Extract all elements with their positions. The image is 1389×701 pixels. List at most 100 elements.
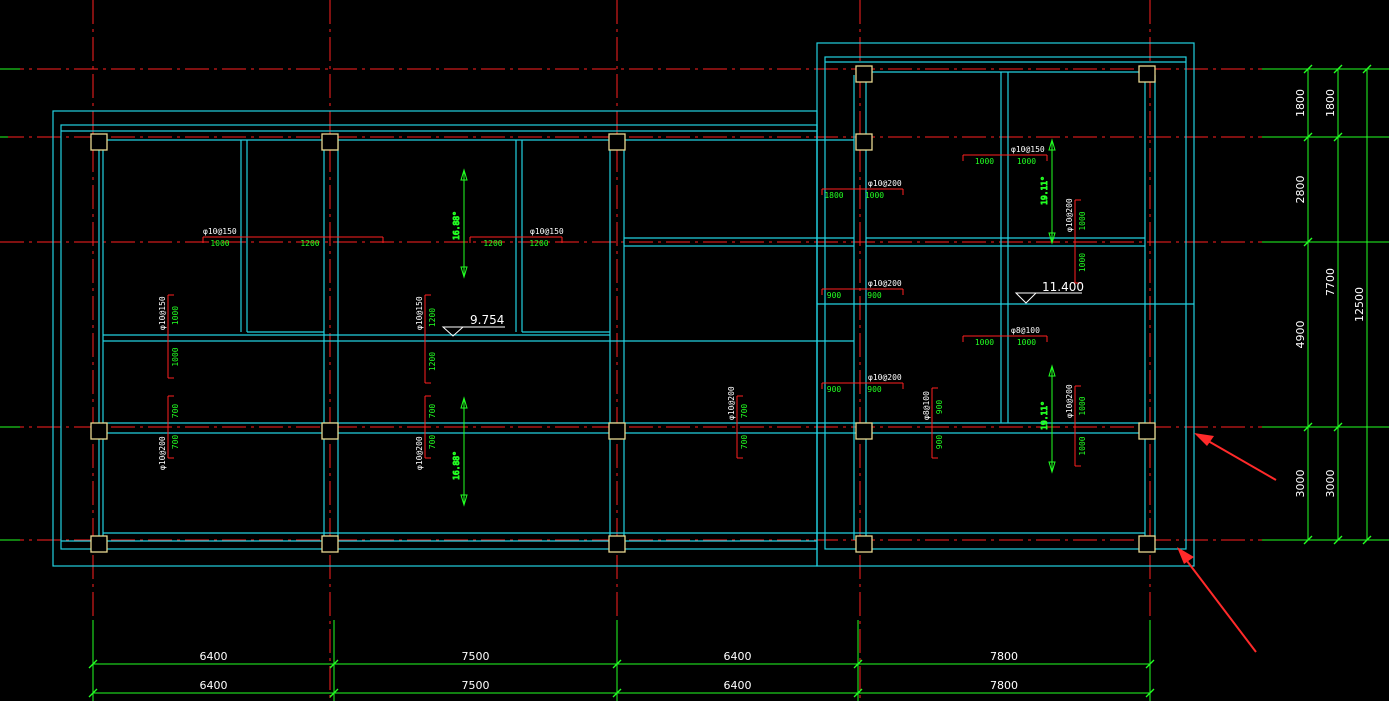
- column: [608, 422, 626, 440]
- slope-angle-label: 16.88°: [452, 211, 461, 240]
- rebar-label: φ10@200: [158, 436, 167, 470]
- slope-angle-label: 19.11°: [1040, 401, 1049, 430]
- rebar-length: 900: [935, 435, 944, 450]
- rebar-length: 1200: [300, 239, 319, 248]
- rebar-length: 700: [740, 404, 749, 419]
- dimension-value: 3000: [1324, 470, 1337, 498]
- rebar-label: φ8@100: [1011, 326, 1040, 335]
- rebar-label: φ10@150: [1011, 145, 1045, 154]
- dimension-value: 4900: [1294, 321, 1307, 349]
- rebar-length: 1200: [428, 308, 437, 327]
- dimension-value: 6400: [200, 679, 228, 692]
- rebar-length: 1200: [529, 239, 548, 248]
- rebar-label: φ10@200: [727, 386, 736, 420]
- dimension-value: 1800: [1324, 89, 1337, 117]
- bottom-dimensions: 6400 7500 6400 7800 6400 7500 6400 7800: [88, 650, 1155, 698]
- annotation-arrow-icon: [1177, 547, 1257, 653]
- rebar-length: 1000: [1078, 396, 1087, 415]
- rebar-label: φ10@150: [415, 296, 424, 330]
- elevation-marker: 11.400: [1014, 280, 1084, 304]
- column: [855, 133, 873, 151]
- dimension-value: 2800: [1294, 176, 1307, 204]
- rebar-length: 1000: [1078, 253, 1087, 272]
- wall-outlines: [52, 42, 1195, 567]
- rebar-callout: φ10@200 1800 1000: [821, 179, 904, 200]
- rebar-length: 1800: [824, 191, 843, 200]
- slope-annotations: 16.88° 16.88° 19.11° 19.11°: [452, 138, 1056, 507]
- rebar-label: φ10@200: [868, 179, 902, 188]
- column: [1138, 535, 1156, 553]
- rebar-length: 700: [171, 404, 180, 419]
- column: [1138, 65, 1156, 83]
- rebar-label: φ10@200: [1065, 384, 1074, 418]
- column: [855, 535, 873, 553]
- rebar-label: φ10@200: [415, 436, 424, 470]
- rebar-length: 1000: [1017, 338, 1036, 347]
- rebar-callout: φ10@150 1000 1200: [202, 227, 384, 248]
- dimension-value: 7800: [990, 679, 1018, 692]
- column: [855, 65, 873, 83]
- column: [321, 133, 339, 151]
- rebar-label: φ10@150: [203, 227, 237, 236]
- rebar-length: 1000: [1017, 157, 1036, 166]
- rebar-label: φ10@150: [158, 296, 167, 330]
- rebar-length: 700: [740, 435, 749, 450]
- rebar-length: 900: [935, 400, 944, 415]
- rebar-label: φ8@100: [922, 391, 931, 420]
- column: [1138, 422, 1156, 440]
- rebar-length: 1000: [210, 239, 229, 248]
- dimension-value: 6400: [724, 650, 752, 663]
- rebar-length: 900: [827, 385, 842, 394]
- column: [855, 422, 873, 440]
- rebar-callout: φ8@100 1000 1000: [962, 326, 1048, 347]
- axis-extension-ticks: [0, 68, 1389, 701]
- elevation-label: 11.400: [1042, 280, 1084, 294]
- cad-drawing-canvas[interactable]: φ10@150 1000 1200 φ10@150 1200 1200 φ10@150 100…: [0, 0, 1389, 701]
- dimension-value: 7700: [1324, 268, 1337, 296]
- column: [90, 133, 108, 151]
- rebar-length: 1000: [1078, 211, 1087, 230]
- rebar-label: φ10@200: [868, 373, 902, 382]
- rebar-callout: φ10@200 1000 1000: [1065, 384, 1087, 467]
- slope-arrow: 16.88°: [452, 168, 468, 279]
- slope-arrow: 16.88°: [452, 396, 468, 507]
- structural-columns: [90, 65, 1156, 553]
- rebar-length: 1200: [428, 352, 437, 371]
- rebar-length: 1000: [171, 306, 180, 325]
- rebar-length: 1000: [975, 157, 994, 166]
- slope-angle-label: 19.11°: [1040, 176, 1049, 205]
- rebar-length: 1000: [1078, 436, 1087, 455]
- annotation-arrow-icon: [1194, 433, 1277, 481]
- rebar-length: 700: [428, 404, 437, 419]
- axis-grid-lines: [0, 0, 1389, 701]
- rebar-length: 900: [867, 385, 882, 394]
- rebar-callout: φ10@150 1200 1200: [415, 294, 437, 384]
- rebar-annotations: φ10@150 1000 1200 φ10@150 1200 1200 φ10@150 100…: [158, 145, 1087, 470]
- column: [608, 535, 626, 553]
- dimension-value: 3000: [1294, 470, 1307, 498]
- rebar-callout: φ10@200 700 700: [727, 386, 749, 459]
- dimension-value: 1800: [1294, 89, 1307, 117]
- rebar-label: φ10@200: [1065, 198, 1074, 232]
- column: [608, 133, 626, 151]
- column: [321, 535, 339, 553]
- column: [321, 422, 339, 440]
- rebar-callout: φ10@150 1000 1000: [158, 294, 180, 379]
- rebar-label: φ10@200: [868, 279, 902, 288]
- column: [90, 422, 108, 440]
- rebar-length: 1000: [171, 347, 180, 366]
- rebar-callout: φ10@150 1000 1000: [962, 145, 1048, 166]
- dimension-value: 7800: [990, 650, 1018, 663]
- rebar-length: 700: [428, 435, 437, 450]
- dimension-value: 7500: [462, 650, 490, 663]
- rebar-callout: φ10@200 900 900: [821, 373, 904, 394]
- dimension-value: 7500: [462, 679, 490, 692]
- dimension-value: 12500: [1353, 287, 1366, 322]
- rebar-length: 700: [171, 435, 180, 450]
- elevation-label: 9.754: [470, 313, 504, 327]
- rebar-length: 1000: [865, 191, 884, 200]
- elevation-marker: 9.754: [441, 313, 505, 337]
- dimension-value: 6400: [200, 650, 228, 663]
- rebar-callout: φ10@150 1200 1200: [469, 227, 564, 248]
- rebar-label: φ10@150: [530, 227, 564, 236]
